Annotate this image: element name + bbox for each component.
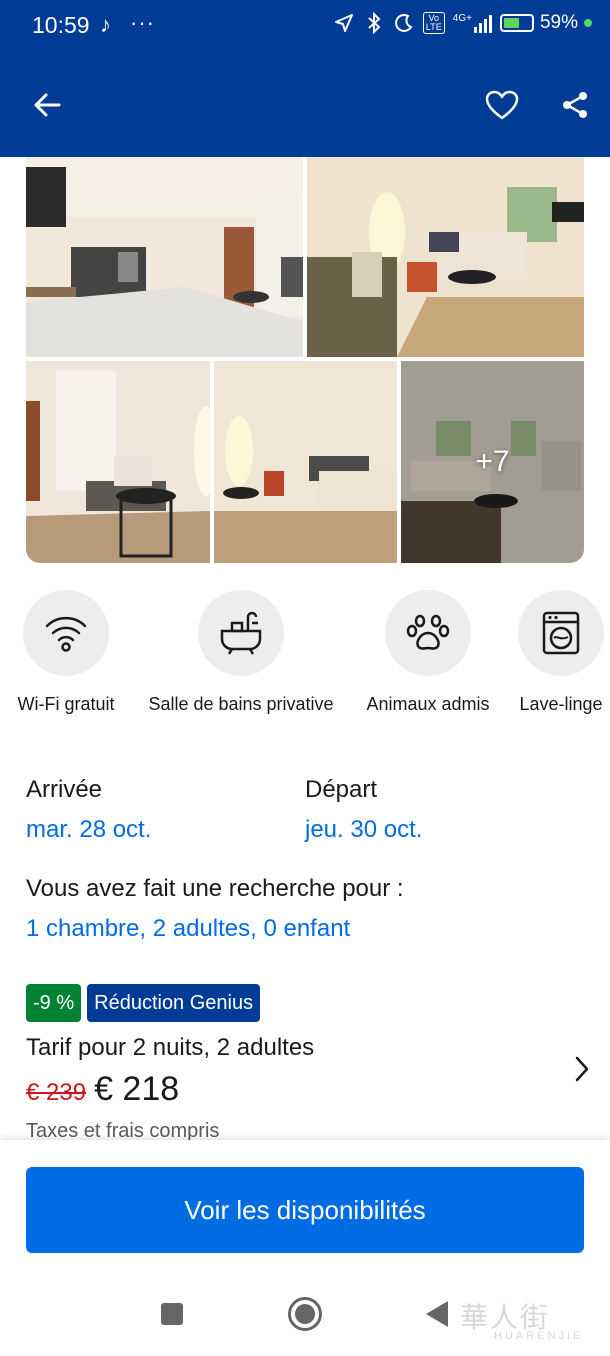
washing-machine-icon [542,611,580,655]
tiktok-icon: ♪ [100,12,111,37]
status-icons: Vo LTE 4G+ 59% [333,12,592,34]
price-details-chevron[interactable] [570,1053,594,1085]
bathtub-icon [220,611,262,655]
amenity-wifi[interactable]: Wi-Fi gratuit [13,590,119,715]
wifi-icon-circle [23,590,109,676]
share-button[interactable] [556,86,594,124]
price-caption[interactable]: Tarif pour 2 nuits, 2 adultes [26,1034,314,1062]
washing-machine-icon-circle [518,590,604,676]
battery-icon [499,14,534,32]
battery-indicator: 59% [499,12,592,34]
network-type-label: 4G+ [452,13,472,24]
favorite-button[interactable] [482,85,522,125]
property-photo-4[interactable] [214,361,397,563]
amenity-washing-machine[interactable]: Lave-linge [517,590,605,715]
bathtub-icon-circle [198,590,284,676]
amenity-label: Animaux admis [366,694,490,714]
price-row[interactable]: € 239 € 218 [26,1070,179,1109]
photo-gallery[interactable]: +7 [26,157,584,563]
search-summary-value[interactable]: 1 chambre, 2 adultes, 0 enfant [26,915,586,943]
watermark: 華人街 HUARENJIE [460,1296,600,1346]
system-back-button[interactable] [426,1301,448,1327]
property-photo-3[interactable] [26,361,210,563]
status-bar: 10:59 ♪ ··· Vo LTE 4G+ 59% [0,0,610,52]
discount-badge: -9 % [26,984,82,1022]
chevron-right-icon [575,1056,589,1082]
property-photo-1[interactable] [26,157,303,357]
more-photos-count[interactable]: +7 [401,361,584,563]
location-icon [333,12,355,34]
watermark-en: HUARENJIE [494,1330,584,1342]
bluetooth-icon [363,12,385,34]
property-photo-5[interactable]: +7 [401,361,584,563]
recent-apps-button[interactable] [161,1303,183,1325]
app-header: 10:59 ♪ ··· Vo LTE 4G+ 59% [0,0,610,157]
checkin-date[interactable]: Arrivée mar. 28 oct. [26,776,151,844]
paw-icon-circle [385,590,471,676]
checkout-value[interactable]: jeu. 30 oct. [305,816,422,844]
paw-icon [406,614,450,650]
amenity-label: Salle de bains privative [148,694,334,714]
checkout-date[interactable]: Départ jeu. 30 oct. [305,776,422,844]
heart-icon [485,90,519,120]
price-badges: -9 % Réduction Genius [26,984,261,1022]
discounted-price: € 218 [94,1070,180,1108]
original-price: € 239 [26,1079,87,1106]
amenity-label: Wi-Fi gratuit [17,694,115,714]
search-summary[interactable]: Vous avez fait une recherche pour : 1 ch… [26,875,586,943]
wifi-icon [45,616,87,652]
do-not-disturb-moon-icon [393,12,415,34]
more-notifications-icon: ··· [130,10,155,35]
share-icon [563,92,587,118]
checkin-value[interactable]: mar. 28 oct. [26,816,151,844]
amenities-row: Wi-Fi gratuit Salle de bains privative A… [0,590,610,730]
status-time: 10:59 [32,12,90,38]
volte-icon: Vo LTE [422,12,445,34]
genius-badge: Réduction Genius [87,984,261,1022]
checkout-title: Départ [305,776,378,803]
signal-icon: 4G+ [453,13,492,33]
battery-percent: 59% [539,12,578,33]
checkin-title: Arrivée [26,776,103,803]
property-photo-2[interactable] [307,157,584,357]
search-summary-title: Vous avez fait une recherche pour : [26,875,404,902]
back-button[interactable] [28,86,66,124]
home-button[interactable] [288,1297,322,1331]
arrow-left-icon [34,93,61,117]
amenity-label: Lave-linge [519,694,603,714]
amenity-private-bathroom[interactable]: Salle de bains privative [145,590,337,715]
amenity-pets-allowed[interactable]: Animaux admis [364,590,492,715]
see-availability-button[interactable]: Voir les disponibilités [26,1167,584,1253]
privacy-dot-icon [584,19,592,27]
